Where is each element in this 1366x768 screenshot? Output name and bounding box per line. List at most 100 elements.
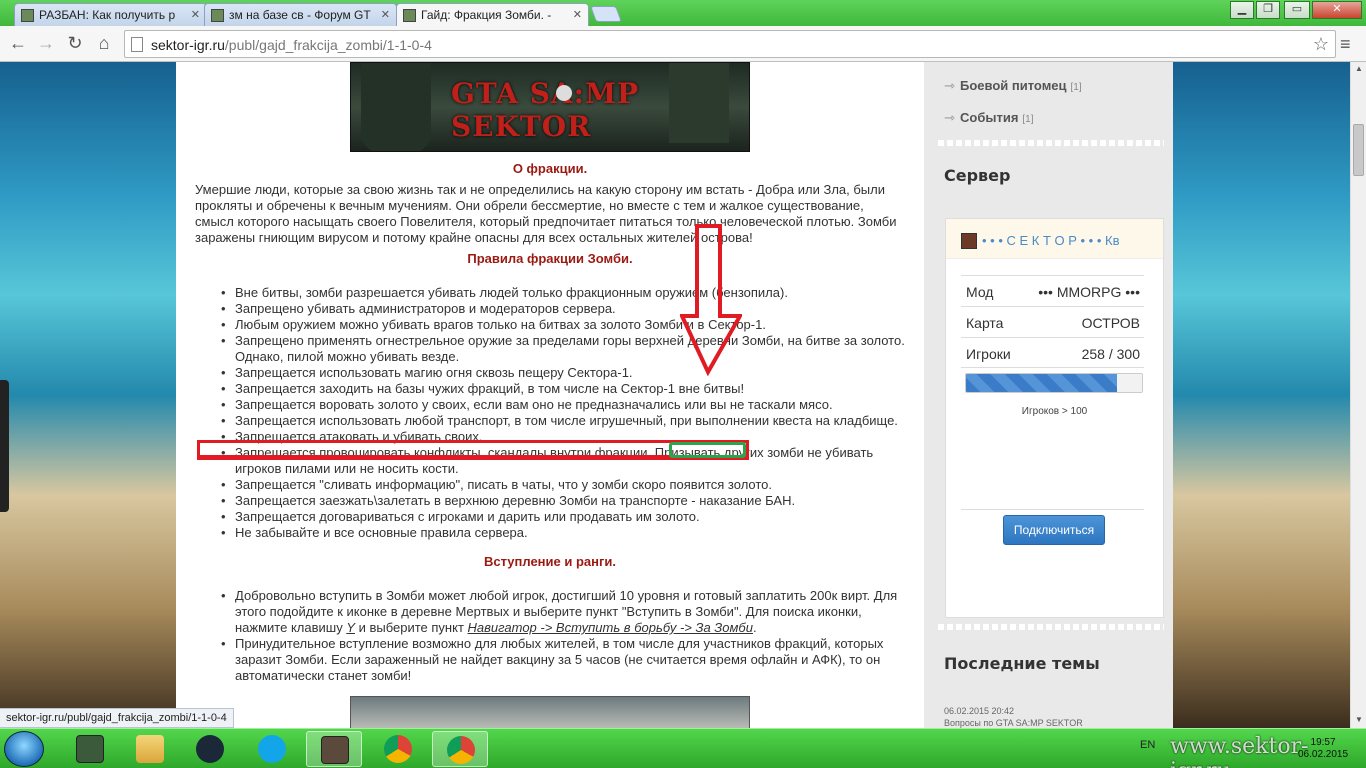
tab-title: Гайд: Фракция Зомби. - (421, 8, 552, 22)
language-indicator[interactable]: EN (1140, 739, 1155, 751)
back-icon[interactable]: ← (6, 33, 30, 54)
navigator-path: Навигатор -> Вступить в борьбу -> За Зом… (467, 620, 753, 635)
server-name[interactable]: • • • С Е К Т О Р • • • Кв (982, 233, 1157, 248)
taskbar-app-device[interactable] (62, 731, 118, 767)
page-scrollbar[interactable]: ▲ ▼ (1350, 62, 1366, 728)
taskbar-app-chrome[interactable] (370, 731, 426, 767)
down-arrow-icon (680, 224, 742, 376)
list-item: Вне битвы, зомби разрешается убивать люд… (195, 285, 905, 301)
address-bar[interactable]: sektor-igr.ru/publ/gajd_frakcija_zombi/1… (124, 30, 1336, 58)
tab-title: зм на базе св - Форум GT (229, 8, 371, 22)
row-value: ОСТРОВ (1081, 315, 1140, 331)
tab-title: РАЗБАН: Как получить р (39, 8, 176, 22)
topic-date: 06.02.2015 20:42 (944, 706, 1015, 716)
taskbar-app-explorer[interactable] (122, 731, 178, 767)
taskbar-app-skype[interactable] (244, 731, 300, 767)
side-panel-tab[interactable] (0, 380, 9, 512)
site-favicon-icon (211, 9, 224, 22)
scroll-down-icon[interactable]: ▼ (1355, 715, 1363, 724)
taskbar-app-steam[interactable] (182, 731, 238, 767)
topics-heading: Последние темы (944, 654, 1100, 673)
taskbar-app-chrome-active[interactable] (432, 731, 488, 767)
site-favicon-icon (403, 9, 416, 22)
skype-icon (258, 735, 286, 763)
home-icon[interactable]: ⌂ (92, 33, 116, 54)
windows-taskbar: EN 19:57 06.02.2015 (0, 728, 1366, 768)
divider (961, 367, 1144, 368)
torn-edge (938, 624, 1164, 630)
close-window-button[interactable]: ✕ (1312, 1, 1362, 19)
list-item: Запрещается заходить на базы чужих фракц… (195, 381, 905, 397)
server-icon (961, 233, 977, 249)
article-image (350, 696, 750, 728)
minimize-button[interactable]: ▁ (1230, 1, 1254, 19)
tab-forum[interactable]: зм на базе св - Форум GT ✕ (204, 3, 397, 26)
start-button[interactable] (4, 731, 44, 767)
about-paragraph: Умершие люди, которые за свою жизнь так … (195, 182, 897, 245)
list-item: Запрещено убивать администраторов и моде… (195, 301, 905, 317)
browser-toolbar: ← → ↻ ⌂ sektor-igr.ru/publ/gajd_frakcija… (0, 26, 1366, 62)
background-beach-left (0, 62, 176, 728)
arrow-right-icon: ⇾ (944, 78, 955, 93)
page-viewport: GTA SA:MP SEKTOR О фракции. Умершие люди… (0, 62, 1350, 728)
server-row-players: Игроки 258 / 300 (961, 337, 1144, 368)
page-icon (131, 37, 143, 52)
banner-tree (361, 63, 431, 151)
list-item: Запрещается заезжать\залетать в верхнюю … (195, 493, 905, 509)
taskbar-app-gta[interactable] (306, 731, 362, 767)
chrome-icon (447, 736, 475, 764)
connect-button[interactable]: Подключиться (1003, 515, 1105, 545)
scroll-up-icon[interactable]: ▲ (1355, 64, 1363, 73)
arrow-shape (680, 224, 742, 376)
restore-button[interactable]: ❐ (1256, 1, 1280, 19)
arrow-right-icon: ⇾ (944, 110, 955, 125)
players-note: Игроков > 100 (1021, 406, 1088, 417)
rules-heading: Правила фракции Зомби. (467, 251, 633, 266)
gta-icon (321, 736, 349, 764)
bookmark-star-icon[interactable]: ☆ (1313, 34, 1329, 55)
tab-zombie-guide[interactable]: Гайд: Фракция Зомби. - ✕ (396, 3, 589, 26)
server-row-mode: Мод ••• MMORPG ••• (961, 275, 1144, 306)
row-label: Игроки (966, 346, 1011, 362)
torn-edge (938, 140, 1164, 146)
join-list: Добровольно вступить в Зомби может любой… (195, 588, 905, 684)
hotkey-y: Y (346, 620, 355, 635)
row-value: ••• MMORPG ••• (1038, 284, 1140, 300)
tab-razban[interactable]: РАЗБАН: Как получить р ✕ (14, 3, 207, 26)
list-item: Запрещается воровать золото у своих, есл… (195, 397, 905, 413)
reload-icon[interactable]: ↻ (63, 33, 87, 54)
server-heading: Сервер (944, 166, 1011, 185)
forward-icon[interactable]: → (34, 33, 58, 54)
highlight-phrase-box (669, 442, 746, 458)
steam-icon (196, 735, 224, 763)
menu-icon[interactable]: ≡ (1340, 34, 1351, 55)
scroll-thumb[interactable] (1353, 124, 1364, 176)
close-tab-icon[interactable]: ✕ (191, 8, 200, 21)
device-icon (76, 735, 104, 763)
unknown-window-button[interactable]: ▭ (1284, 1, 1310, 19)
list-item: Добровольно вступить в Зомби может любой… (195, 588, 905, 636)
url-text[interactable]: sektor-igr.ru/publ/gajd_frakcija_zombi/1… (151, 37, 432, 53)
topic-link[interactable]: Вопросы по GTA SA:MP SEKTOR (944, 718, 1083, 728)
list-item: Запрещается договариваться с игроками и … (195, 509, 905, 525)
players-progress-bar (965, 373, 1143, 393)
site-favicon-icon (21, 9, 34, 22)
new-tab-button[interactable] (590, 6, 622, 22)
sidebar: ⇾ Боевой питомец [1] ⇾ События [1] Сервер • … (924, 62, 1173, 728)
server-header: • • • С Е К Т О Р • • • Кв (946, 219, 1163, 259)
rules-list: Вне битвы, зомби разрешается убивать люд… (195, 285, 905, 541)
close-tab-icon[interactable]: ✕ (573, 8, 582, 21)
join-heading: Вступление и ранги. (483, 554, 617, 569)
list-item: Любым оружием можно убивать врагов тольк… (195, 317, 905, 333)
chrome-icon (384, 735, 412, 763)
row-value: 258 / 300 (1081, 346, 1140, 362)
close-tab-icon[interactable]: ✕ (381, 8, 390, 21)
folder-icon (136, 735, 164, 763)
watermark: www.sektor-igr.ru (1170, 734, 1309, 768)
sidebar-item-pet[interactable]: ⇾ Боевой питомец [1] (944, 78, 1082, 94)
article-content: GTA SA:MP SEKTOR О фракции. Умершие люди… (176, 62, 924, 728)
status-bar-url: sektor-igr.ru/publ/gajd_frakcija_zombi/1… (0, 708, 234, 728)
list-item: Запрещено применять огнестрельное оружие… (195, 333, 905, 365)
sidebar-item-events[interactable]: ⇾ События [1] (944, 110, 1034, 126)
article-banner: GTA SA:MP SEKTOR (350, 62, 750, 152)
